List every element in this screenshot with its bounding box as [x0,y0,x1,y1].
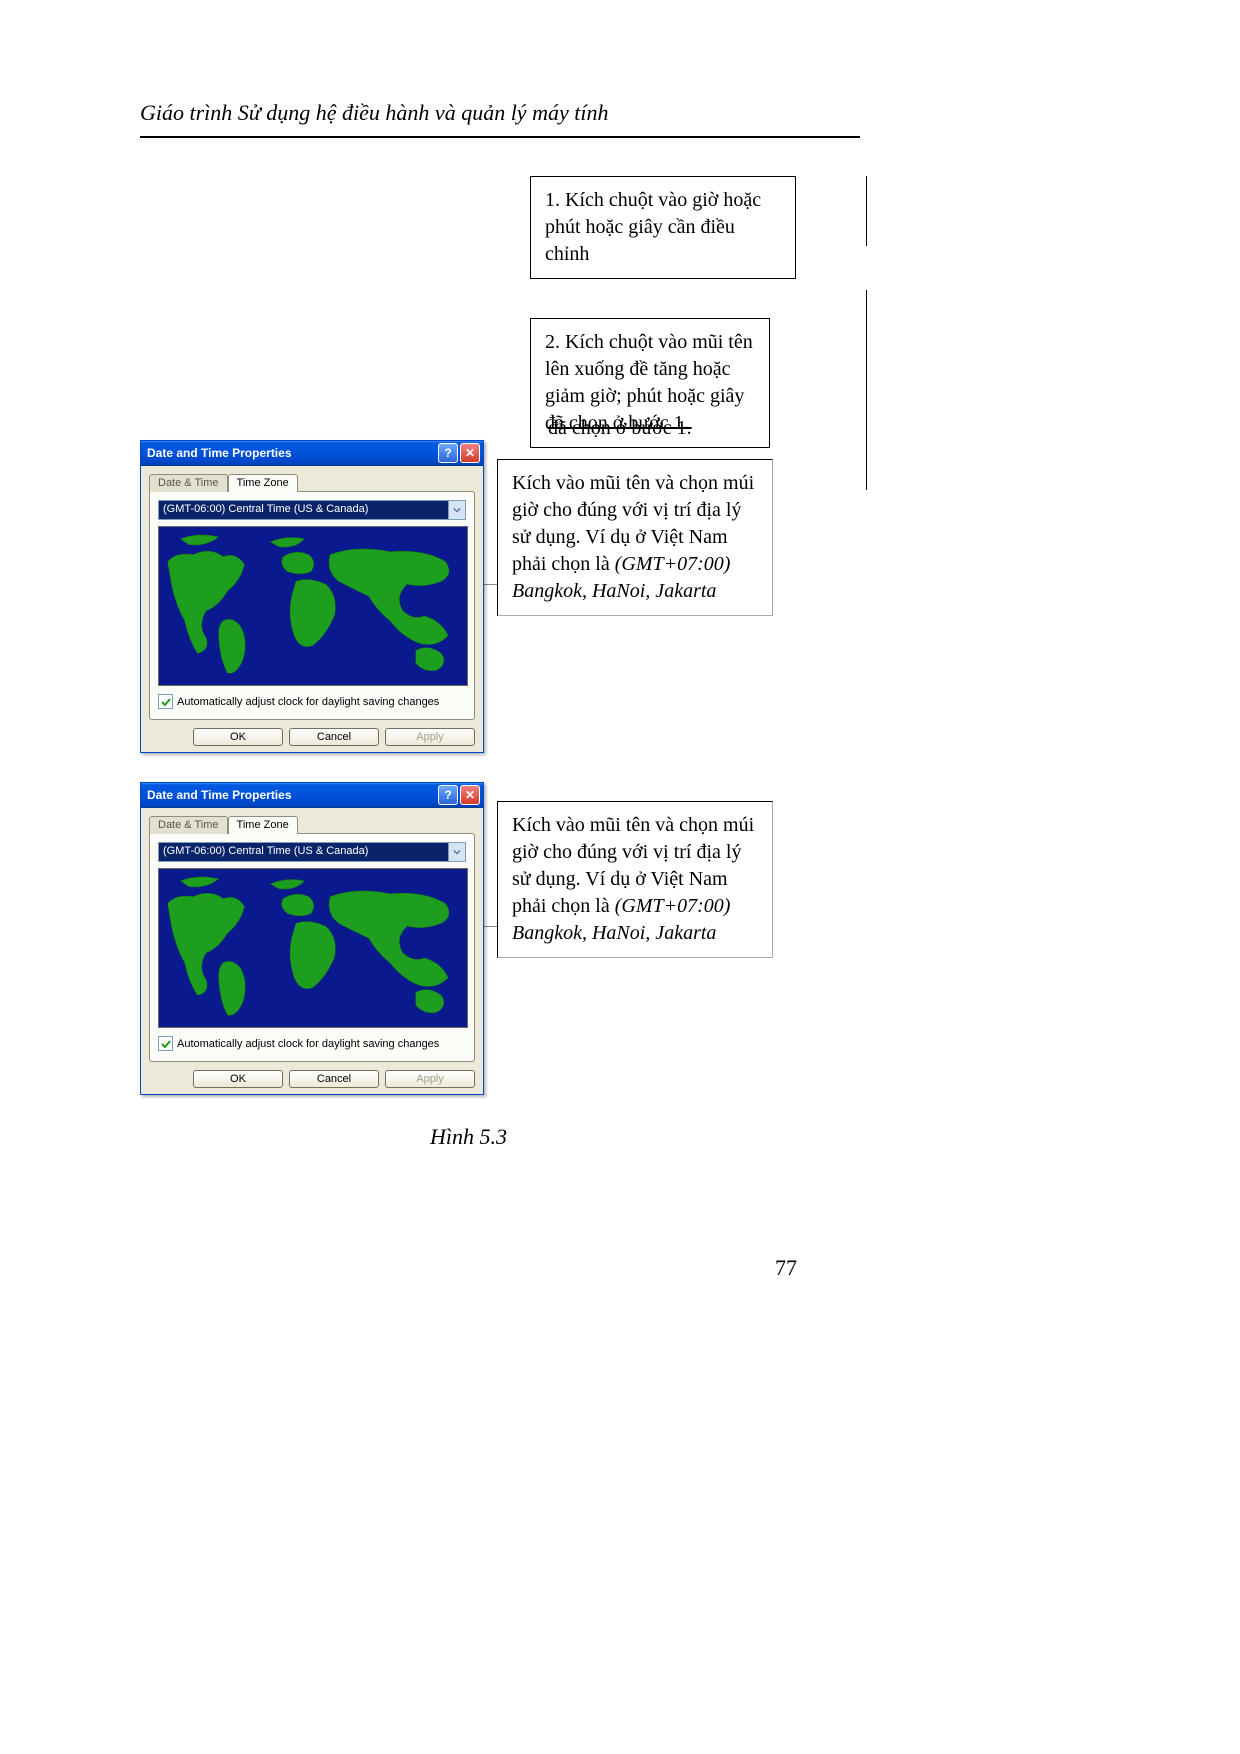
help-icon: ? [444,446,451,460]
callout-step-1: 1. Kích chuột vào giờ hoặc phút hoặc giâ… [530,176,796,279]
world-map [158,868,468,1028]
document-header: Giáo trình Sử dụng hệ điều hành và quản … [140,100,1100,126]
vertical-rule [866,176,867,246]
apply-button[interactable]: Apply [385,1070,475,1088]
check-icon [161,1039,171,1049]
ok-button[interactable]: OK [193,1070,283,1088]
apply-button[interactable]: Apply [385,728,475,746]
tab-panel-time-zone: (GMT-06:00) Central Time (US & Canada) [149,491,475,720]
tab-date-time[interactable]: Date & Time [149,816,228,834]
daylight-saving-checkbox[interactable] [158,694,173,709]
vertical-rule [866,290,867,440]
daylight-saving-label: Automatically adjust clock for daylight … [177,1038,439,1050]
dialog-title: Date and Time Properties [147,446,292,460]
vertical-rule [866,440,867,490]
header-rule [140,136,860,138]
dropdown-arrow-button[interactable] [448,843,465,861]
timezone-dropdown[interactable]: (GMT-06:00) Central Time (US & Canada) [158,842,466,862]
ok-button[interactable]: OK [193,728,283,746]
struck-text-fragment: đã chọn ở bước 1. [548,417,692,440]
close-button[interactable]: ✕ [460,443,480,463]
date-time-properties-dialog: Date and Time Properties ? ✕ Date & Time… [140,782,484,1095]
help-button[interactable]: ? [438,443,458,463]
dialog-titlebar[interactable]: Date and Time Properties ? ✕ [141,783,483,808]
world-map [158,526,468,686]
page-number: 77 [775,1255,797,1281]
timezone-dropdown[interactable]: (GMT-06:00) Central Time (US & Canada) [158,500,466,520]
help-button[interactable]: ? [438,785,458,805]
help-icon: ? [444,788,451,802]
check-icon [161,697,171,707]
tab-time-zone[interactable]: Time Zone [228,816,298,834]
timezone-selected-text: (GMT-06:00) Central Time (US & Canada) [159,843,448,861]
cancel-button[interactable]: Cancel [289,1070,379,1088]
tab-date-time[interactable]: Date & Time [149,474,228,492]
tab-time-zone[interactable]: Time Zone [228,474,298,492]
close-button[interactable]: ✕ [460,785,480,805]
chevron-down-icon [453,507,461,513]
figure-caption: Hình 5.3 [430,1124,507,1150]
callout-text: 1. Kích chuột vào giờ hoặc phút hoặc giâ… [545,189,761,265]
dialog-titlebar[interactable]: Date and Time Properties ? ✕ [141,441,483,466]
dropdown-arrow-button[interactable] [448,501,465,519]
tab-panel-time-zone: (GMT-06:00) Central Time (US & Canada) [149,833,475,1062]
dialog-title: Date and Time Properties [147,788,292,802]
daylight-saving-checkbox[interactable] [158,1036,173,1051]
cancel-button[interactable]: Cancel [289,728,379,746]
callout-timezone-2: Kích vào mũi tên và chọn múi giờ cho đún… [497,801,773,958]
close-icon: ✕ [465,788,475,802]
daylight-saving-label: Automatically adjust clock for daylight … [177,696,439,708]
chevron-down-icon [453,849,461,855]
callout-timezone-1: Kích vào mũi tên và chọn múi giờ cho đún… [497,459,773,616]
timezone-selected-text: (GMT-06:00) Central Time (US & Canada) [159,501,448,519]
date-time-properties-dialog: Date and Time Properties ? ✕ Date & Time… [140,440,484,753]
close-icon: ✕ [465,446,475,460]
